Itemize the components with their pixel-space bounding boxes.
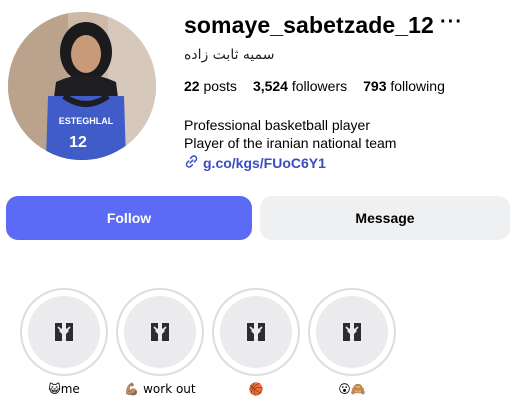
highlight-cover: [28, 296, 100, 368]
followers-stat[interactable]: 3,524 followers: [253, 78, 347, 94]
highlight-default-icon: [343, 323, 361, 341]
more-options-button[interactable]: ···: [440, 12, 463, 32]
highlight-cover: [220, 296, 292, 368]
highlight-item[interactable]: 💪🏽 work out: [116, 288, 204, 396]
message-button[interactable]: Message: [260, 196, 510, 240]
profile-avatar[interactable]: ESTEGHLAL 12: [8, 12, 156, 160]
highlight-item[interactable]: 😺me: [20, 288, 108, 396]
profile-link[interactable]: g.co/kgs/FUoC6Y1: [184, 154, 326, 172]
following-count: 793: [363, 78, 387, 94]
posts-stat[interactable]: 22 posts: [184, 78, 237, 94]
followers-count: 3,524: [252, 78, 288, 94]
followers-label: followers: [291, 78, 348, 94]
highlight-item[interactable]: 😮🙈: [308, 288, 396, 396]
username: somaye_sabetzade_12: [184, 12, 434, 38]
highlight-default-icon: [55, 323, 73, 341]
highlight-label: 😮🙈: [338, 382, 366, 396]
posts-label: posts: [203, 78, 237, 94]
highlight-ring: [308, 288, 396, 376]
highlight-ring: [212, 288, 300, 376]
bio: Professional basketball player Player of…: [184, 116, 396, 152]
bio-line: Professional basketball player: [184, 117, 370, 133]
highlight-cover: [124, 296, 196, 368]
jersey-number: 12: [69, 134, 87, 151]
profile-photo: ESTEGHLAL 12: [8, 12, 156, 160]
highlight-label: 🏀: [248, 382, 264, 396]
link-icon: [184, 154, 199, 172]
bio-line: Player of the iranian national team: [184, 135, 397, 151]
highlight-ring: [116, 288, 204, 376]
highlight-ring: [20, 288, 108, 376]
highlight-item[interactable]: 🏀: [212, 288, 300, 396]
following-stat[interactable]: 793 following: [363, 78, 445, 94]
jersey-text: ESTEGHLAL: [59, 116, 114, 126]
highlight-label: 💪🏽 work out: [124, 382, 196, 396]
following-label: following: [390, 78, 445, 94]
highlight-label: 😺me: [48, 382, 80, 396]
highlight-default-icon: [151, 323, 169, 341]
follow-button[interactable]: Follow: [6, 196, 252, 240]
full-name: سمیه ثابت زاده: [184, 47, 275, 63]
highlight-cover: [316, 296, 388, 368]
link-text: g.co/kgs/FUoC6Y1: [203, 155, 326, 171]
profile-stats: 22 posts 3,524 followers 793 following: [184, 78, 445, 94]
highlight-default-icon: [247, 323, 265, 341]
posts-count: 22: [184, 78, 200, 94]
